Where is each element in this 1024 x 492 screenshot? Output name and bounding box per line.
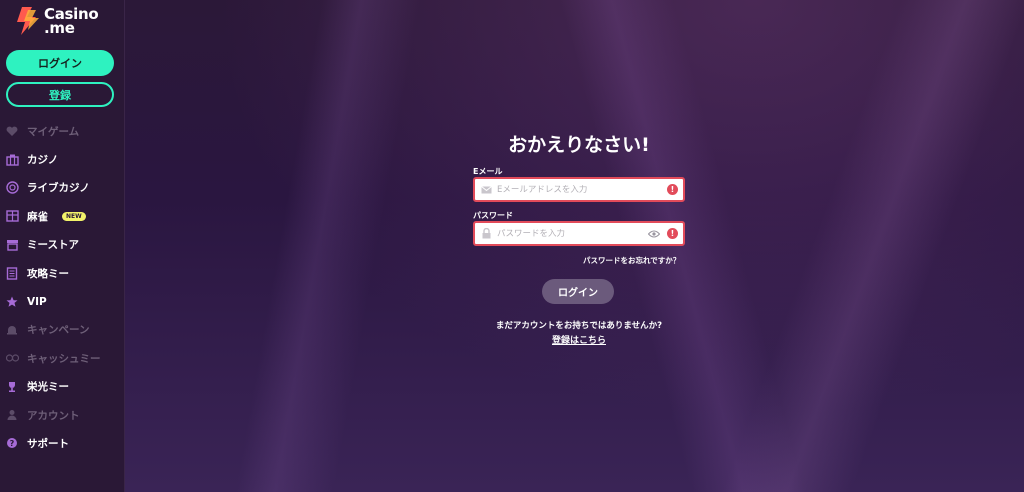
error-icon: !: [667, 228, 678, 239]
main-background: [125, 0, 1024, 492]
sidebar-item-glory[interactable]: 栄光ミー: [0, 373, 125, 401]
chip-icon: [5, 181, 19, 195]
sidebar-item-my-games[interactable]: マイゲーム: [0, 117, 125, 145]
support-icon: ?: [5, 436, 19, 450]
casino-icon: [5, 153, 19, 167]
sidebar-item-label: キャッシュミー: [27, 352, 101, 365]
sidebar-register-button[interactable]: 登録: [6, 82, 114, 107]
sidebar-item-label: ライブカジノ: [27, 182, 90, 195]
email-field-container: !: [473, 177, 685, 202]
sidebar-item-campaign[interactable]: キャンペーン: [0, 316, 125, 344]
sidebar-item-vip[interactable]: VIP: [0, 287, 125, 315]
page-title: おかえりなさい!: [508, 134, 650, 156]
sidebar-item-label: サポート: [27, 437, 69, 450]
password-label: パスワード: [473, 211, 513, 220]
sidebar-item-label: 栄光ミー: [27, 381, 69, 394]
sidebar-item-me-store[interactable]: ミーストア: [0, 231, 125, 259]
logo[interactable]: Casino .me: [14, 5, 99, 37]
sidebar-item-mahjong[interactable]: 麻雀 NEW: [0, 202, 125, 230]
sidebar-item-casino[interactable]: カジノ: [0, 145, 125, 173]
sidebar-item-label: 攻略ミー: [27, 267, 69, 280]
sidebar-item-label: アカウント: [27, 409, 80, 422]
trophy-icon: [5, 380, 19, 394]
register-link[interactable]: 登録はこちら: [473, 333, 685, 346]
sidebar-item-guide[interactable]: 攻略ミー: [0, 259, 125, 287]
lightning-logo-icon: [14, 6, 40, 36]
heart-icon: [5, 124, 19, 138]
book-icon: [5, 266, 19, 280]
email-label: Eメール: [473, 167, 503, 176]
forgot-password-link[interactable]: パスワードをお忘れですか？: [583, 255, 680, 266]
new-badge: NEW: [62, 211, 86, 221]
eye-icon[interactable]: [648, 229, 660, 239]
error-icon: !: [667, 184, 678, 195]
brand-name: Casino .me: [44, 5, 99, 37]
sidebar-item-label: 麻雀: [27, 210, 48, 223]
password-input[interactable]: [497, 228, 648, 239]
sidebar-item-label: ミーストア: [27, 239, 79, 252]
sidebar-item-support[interactable]: ? サポート: [0, 429, 125, 457]
password-field-container: !: [473, 221, 685, 246]
bell-icon: [5, 323, 19, 337]
mail-icon: [480, 184, 492, 196]
sidebar-item-label: キャンペーン: [27, 324, 90, 337]
login-submit-button[interactable]: ログイン: [542, 279, 614, 304]
mahjong-icon: [5, 209, 19, 223]
sidebar-item-label: VIP: [27, 295, 47, 308]
sidebar-item-live-casino[interactable]: ライブカジノ: [0, 174, 125, 202]
sidebar-item-label: マイゲーム: [27, 125, 80, 138]
svg-text:?: ?: [10, 439, 15, 448]
sidebar-item-label: カジノ: [27, 154, 59, 167]
lock-icon: [480, 228, 492, 240]
email-input[interactable]: [497, 184, 667, 195]
store-icon: [5, 238, 19, 252]
sidebar: Casino .me ログイン 登録 マイゲーム カジノ ライブカジノ 麻雀 N…: [0, 0, 125, 492]
sidebar-login-button[interactable]: ログイン: [6, 50, 114, 76]
user-icon: [5, 408, 19, 422]
sidebar-nav: マイゲーム カジノ ライブカジノ 麻雀 NEW ミーストア 攻略ミー VIP キ…: [0, 117, 125, 458]
cash-icon: [5, 351, 19, 365]
no-account-text: まだアカウントをお持ちではありませんか?: [495, 321, 663, 331]
star-icon: [5, 295, 19, 309]
sidebar-item-account[interactable]: アカウント: [0, 401, 125, 429]
sidebar-item-cashme[interactable]: キャッシュミー: [0, 344, 125, 372]
